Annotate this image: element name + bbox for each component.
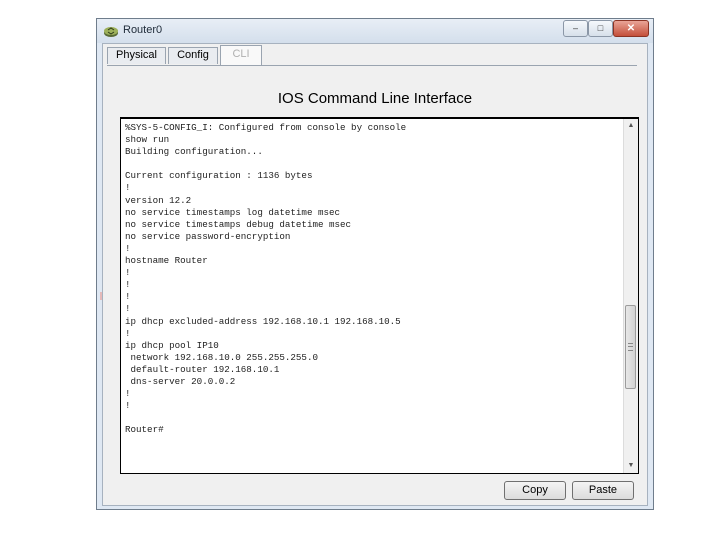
vertical-scrollbar[interactable]: ▲ ▼: [623, 119, 638, 473]
console-line: no service timestamps log datetime msec: [125, 206, 341, 218]
console-line: ip dhcp excluded-address 192.168.10.1 19…: [125, 315, 401, 327]
window-edge-mark: [100, 292, 102, 300]
copy-button[interactable]: Copy: [504, 481, 566, 500]
tab-physical[interactable]: Physical: [107, 47, 166, 64]
title-bar[interactable]: Router0 – □ ✕: [97, 19, 653, 43]
console-line: !: [125, 279, 131, 291]
console-line: !: [125, 242, 131, 254]
grip-icon: [628, 343, 633, 351]
paste-button[interactable]: Paste: [572, 481, 634, 500]
client-area: Physical Config CLI IOS Command Line Int…: [102, 43, 648, 506]
console-line: Building configuration...: [125, 146, 263, 158]
console-line: show run: [125, 134, 170, 146]
scroll-up-arrow-icon[interactable]: ▲: [624, 119, 638, 133]
console-line: version 12.2: [125, 194, 192, 206]
cli-console[interactable]: %SYS-5-CONFIG_I: Configured from console…: [120, 117, 639, 474]
console-line: network 192.168.10.0 255.255.255.0: [125, 351, 318, 363]
console-prompt[interactable]: Router#: [125, 424, 618, 436]
console-line: hostname Router: [125, 255, 208, 267]
console-line: Current configuration : 1136 bytes: [125, 170, 313, 182]
console-line: !: [125, 182, 131, 194]
router-icon: [104, 27, 118, 37]
console-line: !: [125, 303, 131, 315]
console-line: !: [125, 388, 131, 400]
scroll-down-arrow-icon[interactable]: ▼: [624, 459, 638, 473]
window-title: Router0: [123, 24, 163, 36]
console-line: !: [125, 400, 131, 412]
console-line: no service password-encryption: [125, 230, 291, 242]
maximize-button[interactable]: □: [588, 20, 613, 37]
tab-config[interactable]: Config: [168, 47, 218, 64]
console-line: no service timestamps debug datetime mse…: [125, 218, 352, 230]
router-window: Router0 – □ ✕ Physical Config CLI IOS Co…: [96, 18, 654, 510]
console-line: !: [125, 327, 131, 339]
scrollbar-thumb[interactable]: [625, 305, 636, 389]
tab-divider: [107, 65, 637, 66]
console-line: %SYS-5-CONFIG_I: Configured from console…: [125, 122, 407, 133]
tab-bar: Physical Config CLI: [107, 45, 637, 66]
tab-cli[interactable]: CLI: [220, 45, 262, 65]
console-line: default-router 192.168.10.1: [125, 363, 280, 375]
console-line: dns-server 20.0.0.2: [125, 375, 236, 387]
console-line: !: [125, 267, 131, 279]
minimize-button[interactable]: –: [563, 20, 588, 37]
console-output: %SYS-5-CONFIG_I: Configured from console…: [125, 122, 618, 436]
page-title: IOS Command Line Interface: [277, 90, 473, 107]
console-line: ip dhcp pool IP10: [125, 339, 219, 351]
close-button[interactable]: ✕: [613, 20, 649, 37]
console-line: !: [125, 291, 131, 303]
